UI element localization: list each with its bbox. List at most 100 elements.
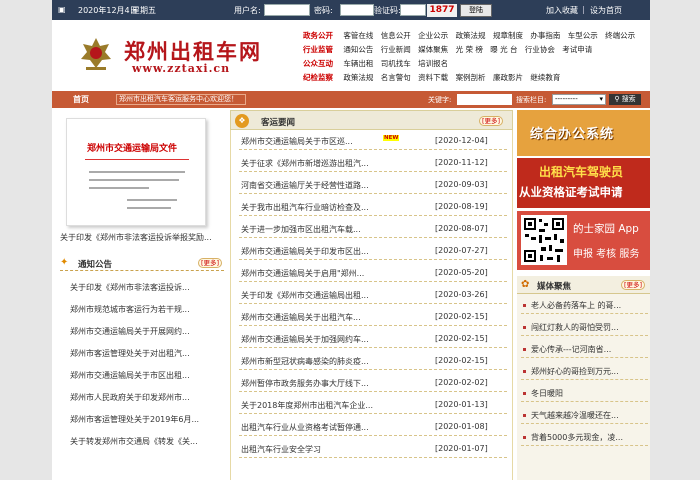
notice-item[interactable]: 郑州市客运管理处关于2019年6月...	[70, 414, 199, 425]
news-item[interactable]: 关于进一步加强市区出租汽车载... [2020-08-07]	[239, 220, 507, 238]
password-input[interactable]	[340, 4, 374, 16]
document-image[interactable]: 郑州市交通运输局文件	[66, 118, 206, 226]
driver-exam-line1: 出租汽车驾驶员	[539, 165, 624, 179]
nav-item[interactable]: 考试申请	[562, 44, 592, 55]
media-item-title[interactable]: 郑州好心的哥捡到万元...	[531, 366, 646, 377]
media-item-title[interactable]: 背着5000多元现金，凌...	[531, 432, 646, 443]
nav-item[interactable]: 光 荣 榜	[456, 44, 483, 55]
nav-item[interactable]: 资料下载	[418, 72, 448, 83]
notice-item[interactable]: 郑州市人民政府关于印发郑州市...	[70, 392, 190, 403]
nav-item[interactable]: 规章制度	[493, 30, 523, 41]
nav-heading[interactable]: 政务公开	[303, 30, 341, 41]
notice-item[interactable]: 关于印发《郑州市非法客运投诉...	[70, 282, 190, 293]
home-link[interactable]: 首页	[52, 91, 110, 108]
news-item-title[interactable]: 郑州市交通运输局关于加强网约车...	[241, 334, 369, 345]
news-item-title[interactable]: 郑州市新型冠状病毒感染的肺炎疫...	[241, 356, 369, 367]
nav-item[interactable]: 司机找车	[381, 58, 411, 69]
nav-heading[interactable]: 公众互动	[303, 58, 341, 69]
nav-item[interactable]: 行业协会	[525, 44, 555, 55]
notice-item[interactable]: 郑州市客运管理处关于对出租汽...	[70, 348, 190, 359]
news-item-title[interactable]: 出租汽车行业安全学习	[241, 444, 321, 455]
notice-item[interactable]: 郑州市交通运输局关于市区出租...	[70, 370, 190, 381]
news-item-title[interactable]: 郑州市交通运输局关于启用"郑州...	[241, 268, 364, 279]
keyword-input[interactable]	[457, 94, 512, 105]
captcha-image[interactable]: 1877	[427, 4, 457, 17]
media-item[interactable]: 爱心传承---记河南省...	[521, 340, 648, 358]
news-item[interactable]: 郑州暂停市政务服务办事大厅线下... [2020-02-02]	[239, 374, 507, 392]
news-item-title[interactable]: 关于2018年度郑州市出租汽车企业...	[241, 400, 373, 411]
news-item[interactable]: 关于我市出租汽车行业暗访检查及... [2020-08-19]	[239, 198, 507, 216]
news-item-title[interactable]: 关于我市出租汽车行业暗访检查及...	[241, 202, 369, 213]
nav-item[interactable]: 通知公告	[343, 44, 373, 55]
news-item-title[interactable]: 郑州市交通运输局关于印发市区出...	[241, 246, 369, 257]
news-item[interactable]: 郑州市交通运输局关于启用"郑州... [2020-05-20]	[239, 264, 507, 282]
news-item-title[interactable]: 关于印发《郑州市交通运输局出租...	[241, 290, 369, 301]
media-item-title[interactable]: 冬日暖阳	[531, 388, 646, 399]
nav-item[interactable]: 企业公示	[418, 30, 448, 41]
app-banner[interactable]: 的士家园 App 申报 考核 服务	[517, 211, 650, 270]
nav-item[interactable]: 名言警句	[381, 72, 411, 83]
media-item-title[interactable]: 爱心传承---记河南省...	[531, 344, 646, 355]
nav-item[interactable]: 车型公示	[568, 30, 598, 41]
media-item[interactable]: 背着5000多元现金，凌...	[521, 428, 648, 446]
login-button[interactable]: 登陆	[460, 4, 492, 17]
media-item-title[interactable]: 天气越来越冷温暖还在...	[531, 410, 646, 421]
office-system-banner[interactable]: 综合办公系统	[517, 110, 650, 156]
media-more-link[interactable]: [更多]	[621, 280, 645, 290]
news-item[interactable]: 关于2018年度郑州市出租汽车企业... [2020-01-13]	[239, 396, 507, 414]
nav-item[interactable]: 政策法规	[343, 72, 373, 83]
set-homepage-link[interactable]: 设为首页	[590, 5, 622, 16]
nav-item[interactable]: 客管在线	[343, 30, 373, 41]
news-item-title[interactable]: 出租汽车行业从业资格考试暂停通...	[241, 422, 369, 433]
media-item[interactable]: 老人必备药落车上 的哥...	[521, 296, 648, 314]
nav-item[interactable]: 车辆出租	[343, 58, 373, 69]
news-more-link[interactable]: [更多]	[479, 116, 503, 126]
news-item[interactable]: 郑州市交通运输局关于印发市区出... [2020-07-27]	[239, 242, 507, 260]
nav-item[interactable]: 政策法规	[456, 30, 486, 41]
media-item[interactable]: 天气越来越冷温暖还在...	[521, 406, 648, 424]
search-button[interactable]: ⚲ 搜索	[609, 94, 641, 105]
news-item[interactable]: 出租汽车行业从业资格考试暂停通... [2020-01-08]	[239, 418, 507, 436]
news-item[interactable]: 郑州市交通运输局关于加强网约车... [2020-02-15]	[239, 330, 507, 348]
driver-exam-banner[interactable]: 出租汽车驾驶员 从业资格证考试申请	[517, 158, 650, 208]
nav-heading[interactable]: 行业监管	[303, 44, 341, 55]
media-item-title[interactable]: 老人必备药落车上 的哥...	[531, 300, 646, 311]
news-item-title[interactable]: 河南省交通运输厅关于经营性道路...	[241, 180, 369, 191]
nav-item[interactable]: 终端公示	[605, 30, 635, 41]
nav-item[interactable]: 培训报名	[418, 58, 448, 69]
nav-item[interactable]: 案例剖析	[456, 72, 486, 83]
news-item-title[interactable]: 郑州暂停市政务服务办事大厅线下...	[241, 378, 369, 389]
notice-item[interactable]: 郑州市规范城市客运行为若干规...	[70, 304, 190, 315]
news-item-title[interactable]: 郑州市交通运输局关于出租汽车...	[241, 312, 361, 323]
news-item[interactable]: 郑州市交通运输局关于出租汽车... [2020-02-15]	[239, 308, 507, 326]
news-item-title[interactable]: 关于征求《郑州市新增巡游出租汽...	[241, 158, 369, 169]
nav-item[interactable]: 行业新闻	[381, 44, 411, 55]
nav-item[interactable]: 曝 光 台	[490, 44, 517, 55]
add-favorite-link[interactable]: 加入收藏	[546, 5, 578, 16]
news-item[interactable]: 出租汽车行业安全学习 [2020-01-07]	[239, 440, 507, 458]
media-item-title[interactable]: 闯红灯救人的哥怕受罚...	[531, 322, 646, 333]
news-item[interactable]: 郑州市新型冠状病毒感染的肺炎疫... [2020-02-15]	[239, 352, 507, 370]
media-item[interactable]: 郑州好心的哥捡到万元...	[521, 362, 648, 380]
nav-item[interactable]: 廉政影片	[493, 72, 523, 83]
news-item-title[interactable]: 郑州市交通运输局关于市区巡...	[241, 136, 353, 147]
username-input[interactable]	[264, 4, 310, 16]
captcha-input[interactable]	[400, 4, 426, 16]
nav-item[interactable]: 信息公开	[381, 30, 411, 41]
news-item-title[interactable]: 关于进一步加强市区出租汽车载...	[241, 224, 361, 235]
news-item[interactable]: 关于征求《郑州市新增巡游出租汽... [2020-11-12]	[239, 154, 507, 172]
nav-item[interactable]: 办事指南	[530, 30, 560, 41]
notice-more-link[interactable]: [更多]	[198, 258, 222, 268]
document-caption-link[interactable]: 关于印发《郑州市非法客运投诉举报奖励...	[60, 232, 212, 243]
notice-item[interactable]: 关于转发郑州市交通局《转发《关...	[70, 436, 198, 447]
nav-heading[interactable]: 纪检监察	[303, 72, 341, 83]
nav-item[interactable]: 继续教育	[530, 72, 560, 83]
news-item[interactable]: 河南省交通运输厅关于经营性道路... [2020-09-03]	[239, 176, 507, 194]
news-item[interactable]: 郑州市交通运输局关于市区巡... NEW [2020-12-04]	[239, 132, 507, 150]
nav-item[interactable]: 媒体聚焦	[418, 44, 448, 55]
media-item[interactable]: 闯红灯救人的哥怕受罚...	[521, 318, 648, 336]
news-item[interactable]: 关于印发《郑州市交通运输局出租... [2020-03-26]	[239, 286, 507, 304]
category-select[interactable]: --------- ▾	[552, 94, 606, 105]
notice-item[interactable]: 郑州市交通运输局关于开展网约...	[70, 326, 190, 337]
media-item[interactable]: 冬日暖阳	[521, 384, 648, 402]
